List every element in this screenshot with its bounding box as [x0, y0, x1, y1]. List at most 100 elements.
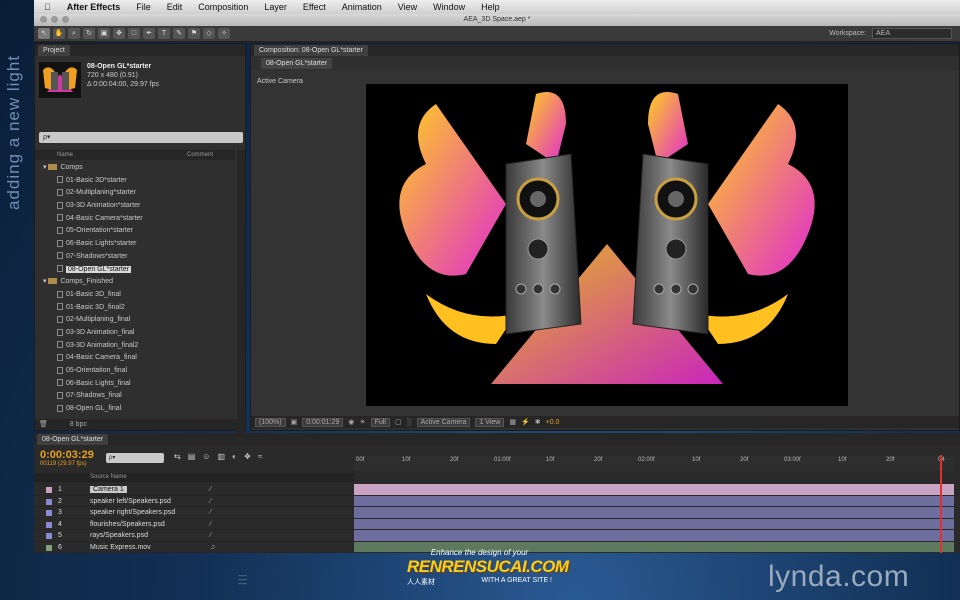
app-menu[interactable]: After Effects [67, 2, 121, 12]
composition-mini-flowchart-icon[interactable]: ⇆ [174, 452, 181, 461]
list-item[interactable]: 07-Shadows_final [35, 390, 235, 403]
menu-effect[interactable]: Effect [303, 2, 326, 12]
comp-canvas[interactable] [366, 84, 848, 406]
list-item[interactable]: 02-Multiplaning*starter [35, 187, 235, 200]
transparency-grid-icon[interactable]: ░ [407, 419, 412, 426]
list-item[interactable]: 06-Basic Lights_final [35, 378, 235, 391]
layer-bar[interactable] [354, 507, 954, 519]
view-layout-select[interactable]: 1 View [475, 417, 505, 427]
table-row[interactable]: 6 Music Express.mov ♫ [34, 542, 354, 554]
zoom-select[interactable]: (100%) [255, 417, 286, 427]
menu-composition[interactable]: Composition [198, 2, 248, 12]
hand-tool-icon[interactable]: ✋ [53, 28, 65, 39]
layer-switches-icon[interactable]: ⁄ [210, 507, 211, 519]
camera-view-select[interactable]: Active Camera [416, 417, 471, 427]
list-item[interactable]: 03-3D Animation*starter [35, 200, 235, 213]
layer-switches-icon[interactable]: ⁄ [210, 496, 211, 508]
brush-tool-icon[interactable]: ✎ [173, 28, 185, 39]
pixel-aspect-icon[interactable]: ▦ [509, 418, 516, 426]
tab-composition[interactable]: Composition: 08-Open GL*starter [254, 44, 368, 56]
menu-animation[interactable]: Animation [342, 2, 382, 12]
exposure-value[interactable]: +0.0 [546, 419, 560, 426]
layer-switches-icon[interactable]: ⁄ [210, 519, 211, 531]
list-item[interactable]: 01-Basic 3D_final2 [35, 302, 235, 315]
puppet-tool-icon[interactable]: ✧ [218, 28, 230, 39]
list-item[interactable]: 05-Orientation*starter [35, 225, 235, 238]
menu-edit[interactable]: Edit [167, 2, 183, 12]
list-item[interactable]: 03-3D Animation_final2 [35, 340, 235, 353]
fast-previews-icon[interactable]: ⚡ [521, 418, 530, 426]
draft-3d-icon[interactable]: ▤ [188, 452, 196, 461]
workspace-select[interactable]: AEA [872, 28, 952, 39]
list-item[interactable]: 04-Basic Camera*starter [35, 213, 235, 226]
layer-bar[interactable] [354, 518, 954, 530]
table-row[interactable]: 2 speaker left/Speakers.psd ⁄ [34, 496, 354, 508]
timeline-search-input[interactable]: ρ▾ [106, 453, 164, 463]
list-item[interactable]: 01-Basic 3D*starter [35, 175, 235, 188]
list-item[interactable]: 05-Orientation_final [35, 365, 235, 378]
trash-icon[interactable]: 🗑 [39, 421, 48, 428]
list-item[interactable]: 08-Open GL_final [35, 403, 235, 416]
label-color[interactable] [46, 521, 52, 528]
table-row[interactable]: 3 speaker right/Speakers.psd ⁄ [34, 507, 354, 519]
shy-layers-icon[interactable]: ☺ [202, 452, 210, 461]
list-item[interactable]: 03-3D Animation_final [35, 327, 235, 340]
zoom-window-button[interactable] [62, 16, 69, 23]
eraser-tool-icon[interactable]: ◇ [203, 28, 215, 39]
menu-view[interactable]: View [398, 2, 417, 12]
layer-bar[interactable] [354, 484, 954, 496]
selection-tool-icon[interactable]: ↖ [38, 28, 50, 39]
fit-icon[interactable]: ▣ [291, 418, 298, 426]
brainstorm-icon[interactable]: ❖ [244, 452, 251, 461]
folder-comps[interactable]: ▾ Comps [35, 162, 235, 175]
composition-viewer[interactable]: Active Camera (100%) ▣ 0:00:01:29 ◉ ☀ Fu… [251, 70, 959, 428]
graph-editor-icon[interactable]: ≈ [258, 452, 262, 461]
menu-help[interactable]: Help [481, 2, 500, 12]
list-item[interactable]: 07-Shadows*starter [35, 251, 235, 264]
close-window-button[interactable] [40, 16, 47, 23]
pen-tool-icon[interactable]: ✒ [143, 28, 155, 39]
label-color[interactable] [46, 510, 52, 516]
column-comment[interactable]: Comment [187, 150, 213, 160]
folder-comps-finished[interactable]: ▾ Comps_Finished [35, 276, 235, 289]
pan-behind-tool-icon[interactable]: ✥ [113, 28, 125, 39]
label-color[interactable] [46, 498, 52, 505]
apple-icon[interactable]:  [44, 2, 51, 12]
list-item-selected[interactable]: 08-Open GL*starter [35, 264, 235, 277]
comp-subtab[interactable]: 08-Open GL*starter [261, 58, 333, 69]
minimize-window-button[interactable] [51, 16, 58, 23]
column-name[interactable]: Name [57, 150, 73, 160]
menu-file[interactable]: File [136, 2, 151, 12]
menu-layer[interactable]: Layer [264, 2, 287, 12]
menu-window[interactable]: Window [433, 2, 465, 12]
time-ruler[interactable]: 00f 10f 20f 01:00f 10f 20f 02:00f 10f 20… [354, 455, 954, 471]
label-color[interactable] [46, 487, 52, 493]
layer-switches-icon[interactable]: ⁄ [210, 530, 211, 542]
layer-bar[interactable] [354, 495, 954, 507]
tab-timeline[interactable]: 08-Open GL*starter [37, 433, 109, 445]
stamp-tool-icon[interactable]: ⚑ [188, 28, 200, 39]
current-time-indicator[interactable] [940, 455, 942, 553]
table-row[interactable]: 4 flourishes/Speakers.psd ⁄ [34, 519, 354, 531]
motion-blur-icon[interactable]: ◐ [232, 452, 237, 461]
type-tool-icon[interactable]: T [158, 28, 170, 39]
rectangle-tool-icon[interactable]: □ [128, 28, 140, 39]
current-time-display[interactable]: 0:00:01:29 [302, 417, 344, 427]
bpc-toggle[interactable]: 8 bpc [70, 421, 87, 428]
project-search-input[interactable]: ρ▾ [39, 132, 243, 143]
rotate-tool-icon[interactable]: ↻ [83, 28, 95, 39]
frame-blending-icon[interactable]: ▥ [217, 452, 225, 461]
audio-icon[interactable]: ♫ [210, 542, 215, 554]
layer-bar[interactable] [354, 530, 954, 542]
snapshot-icon[interactable]: ◉ [348, 418, 354, 426]
list-item[interactable]: 01-Basic 3D_final [35, 289, 235, 302]
region-icon[interactable]: ▢ [395, 418, 402, 426]
camera-tool-icon[interactable]: ▣ [98, 28, 110, 39]
resolution-select[interactable]: Full [370, 417, 390, 427]
comp-info-name[interactable]: 08-Open GL*starter [87, 62, 159, 71]
label-color[interactable] [46, 544, 52, 551]
tab-project[interactable]: Project [38, 44, 70, 56]
list-item[interactable]: 04-Basic Camera_final [35, 352, 235, 365]
layer-switches-icon[interactable]: ⁄ [210, 484, 211, 496]
list-item[interactable]: 02-Multiplaning_final [35, 314, 235, 327]
